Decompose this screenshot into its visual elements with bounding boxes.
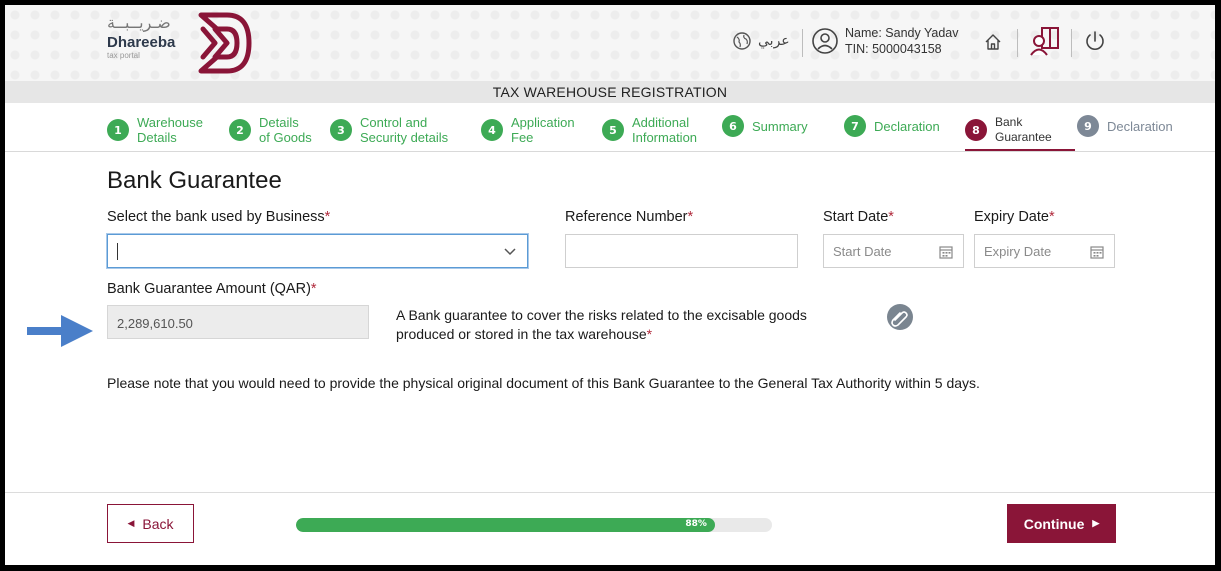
home-icon[interactable] <box>983 32 1003 52</box>
step-number: 2 <box>229 119 251 141</box>
step-label: Declaration <box>1107 118 1173 134</box>
bank-label: Select the bank used by Business* <box>107 209 331 225</box>
step-number: 9 <box>1077 115 1099 137</box>
logo-mark-icon <box>198 12 252 74</box>
reference-label: Reference Number* <box>565 209 694 225</box>
logo-name: Dhareeba <box>107 34 176 51</box>
guarantee-amount-field: 2,289,610.50 <box>107 305 369 339</box>
arrow-right-annotation <box>27 315 93 347</box>
step-number: 8 <box>965 119 987 141</box>
user-name: Name: Sandy Yadav <box>845 26 959 40</box>
notice-text: Please note that you would need to provi… <box>107 375 980 391</box>
logo-arabic-text: ضـريــبــة <box>107 13 171 32</box>
step-label: Application Fee <box>511 115 575 145</box>
step-label: Control and Security details <box>360 115 449 145</box>
step-label: Details of Goods <box>259 115 312 145</box>
calendar-icon[interactable] <box>1090 245 1104 259</box>
step-additional-information[interactable]: 5 Additional Information <box>602 115 697 145</box>
start-date-label: Start Date* <box>823 209 894 225</box>
guarantee-amount-value: 2,289,610.50 <box>117 316 193 331</box>
book-user-icon[interactable] <box>1029 25 1061 57</box>
step-summary[interactable]: 6 Summary <box>722 115 808 137</box>
progress-fill: 88% <box>296 518 715 532</box>
user-tin: TIN: 5000043158 <box>845 42 942 56</box>
text-cursor <box>117 243 118 260</box>
step-label: Warehouse Details <box>137 115 203 145</box>
step-label: Bank Guarantee <box>995 115 1052 144</box>
power-icon[interactable] <box>1083 29 1107 53</box>
step-label: Summary <box>752 118 808 134</box>
header-divider <box>1071 29 1072 57</box>
back-button-label: Back <box>142 515 174 532</box>
continue-button-label: Continue <box>1023 515 1085 532</box>
bank-select[interactable] <box>107 234 528 268</box>
globe-icon <box>733 32 751 50</box>
back-button[interactable]: ◀ Back <box>107 504 194 543</box>
step-label: Additional Information <box>632 115 698 145</box>
step-details-of-goods[interactable]: 2 Details of Goods <box>229 115 312 145</box>
caret-right-icon: ▶ <box>1092 518 1100 528</box>
paperclip-icon[interactable] <box>887 304 913 330</box>
expiry-date-label: Expiry Date* <box>974 209 1055 225</box>
app-window: ضـريــبــة Dhareeba tax portal عربي Name… <box>5 5 1215 565</box>
step-number: 6 <box>722 115 744 137</box>
progress-bar: 88% <box>296 518 772 532</box>
language-label: عربي <box>758 33 790 49</box>
start-date-input[interactable]: Start Date <box>823 234 964 268</box>
step-number: 3 <box>330 119 352 141</box>
registration-stepper: 1 Warehouse Details 2 Details of Goods 3 C… <box>5 103 1215 152</box>
step-number: 7 <box>844 115 866 137</box>
step-number: 4 <box>481 119 503 141</box>
chevron-down-icon <box>504 248 516 256</box>
expiry-date-input[interactable]: Expiry Date <box>974 234 1115 268</box>
header-divider <box>802 29 803 57</box>
page-header: TAX WAREHOUSE REGISTRATION <box>5 82 1215 103</box>
page-title: Bank Guarantee <box>107 167 282 194</box>
caret-left-icon: ◀ <box>127 518 135 528</box>
step-warehouse-details[interactable]: 1 Warehouse Details <box>107 115 203 145</box>
calendar-icon[interactable] <box>939 245 953 259</box>
paperclip-glyph-icon <box>891 311 908 327</box>
top-header: ضـريــبــة Dhareeba tax portal عربي Name… <box>5 5 1215 82</box>
step-number: 5 <box>602 119 624 141</box>
guarantee-info-text: A Bank guarantee to cover the risks rela… <box>396 307 807 342</box>
step-final-declaration[interactable]: 9 Declaration <box>1077 115 1173 137</box>
start-date-placeholder: Start Date <box>833 244 892 259</box>
user-info: Name: Sandy Yadav TIN: 5000043158 <box>845 25 959 57</box>
amount-label: Bank Guarantee Amount (QAR)* <box>107 281 317 297</box>
step-label: Declaration <box>874 118 940 134</box>
active-step-indicator <box>965 149 1075 151</box>
reference-number-input[interactable] <box>565 234 798 268</box>
expiry-date-placeholder: Expiry Date <box>984 244 1052 259</box>
progress-text: 88% <box>685 519 707 529</box>
language-switch[interactable]: عربي <box>732 31 790 51</box>
dhareeba-logo[interactable]: ضـريــبــة Dhareeba tax portal <box>107 11 267 75</box>
user-circle-icon[interactable] <box>811 27 839 55</box>
step-control-security[interactable]: 3 Control and Security details <box>330 115 448 145</box>
continue-button[interactable]: Continue ▶ <box>1007 504 1116 543</box>
step-declaration[interactable]: 7 Declaration <box>844 115 940 137</box>
header-divider <box>1017 29 1018 57</box>
footer-divider <box>5 492 1215 493</box>
logo-subtitle: tax portal <box>107 51 140 60</box>
step-application-fee[interactable]: 4 Application Fee <box>481 115 575 145</box>
step-number: 1 <box>107 119 129 141</box>
step-bank-guarantee[interactable]: 8 Bank Guarantee <box>965 115 1052 145</box>
